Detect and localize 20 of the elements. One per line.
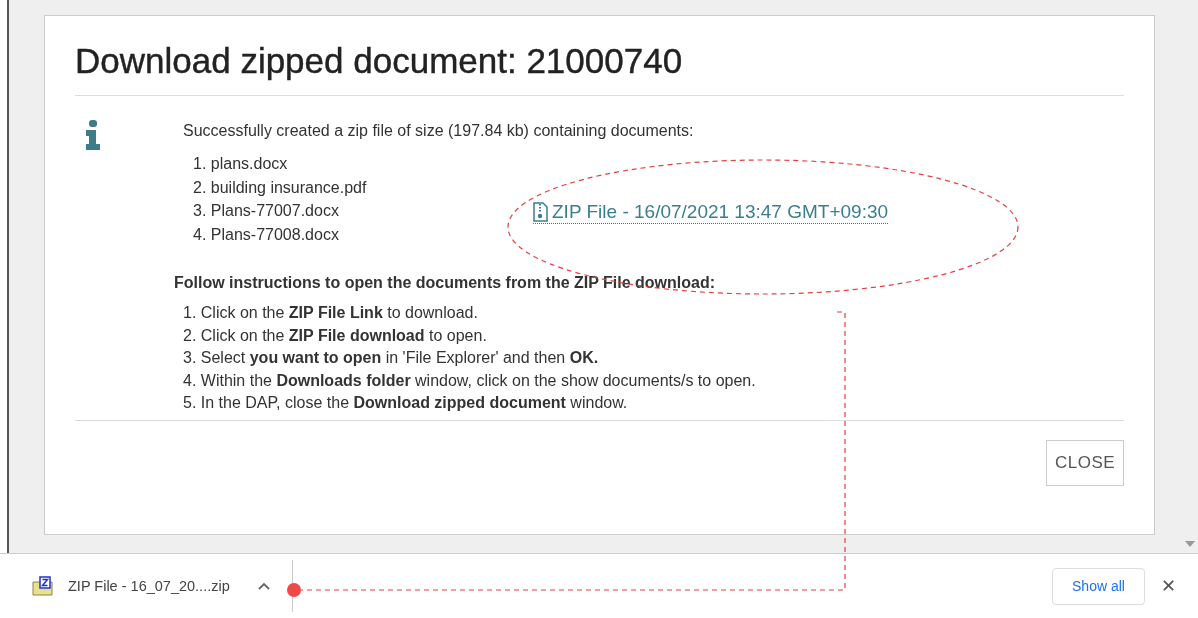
info-icon [85, 120, 101, 150]
zip-file-link[interactable]: ZIP File - 16/07/2021 13:47 GMT+09:30 [533, 201, 889, 224]
instruction-step: 4. Within the Downloads folder window, click on the show documents/s to open. [183, 369, 1124, 392]
instructions-heading: Follow instructions to open the documents from the ZIP File download: [174, 274, 717, 292]
document-item: 2. building insurance.pdf [193, 177, 368, 198]
instruction-step: 2. Click on the ZIP File download to open. [183, 324, 1124, 347]
document-item: 3. Plans-77007.docx [193, 201, 340, 221]
show-all-button[interactable]: Show all [1052, 567, 1145, 605]
instruction-step: 3. Select you want to open in 'File Explorer' and then OK. [183, 347, 1124, 370]
instruction-step: 5. In the DAP, close the Download zipped document window. [183, 392, 1124, 415]
close-button[interactable]: CLOSE [1046, 440, 1124, 486]
document-item: 1. plans.docx [193, 154, 289, 174]
download-file-name[interactable]: ZIP File - 16_07_20....zip [68, 578, 230, 594]
document-item: 4. Plans-77008.docx [193, 224, 340, 245]
zip-file-icon [533, 202, 548, 222]
dialog-title: Download zipped document: 21000740 [75, 16, 1124, 96]
chevron-up-icon[interactable] [257, 582, 270, 590]
instruction-step: 1. Click on the ZIP File Link to download. [183, 302, 1124, 325]
zip-folder-icon [32, 576, 54, 596]
message-text: Successfully created a zip file of size (197.84 kb) containing documents: [183, 122, 695, 140]
